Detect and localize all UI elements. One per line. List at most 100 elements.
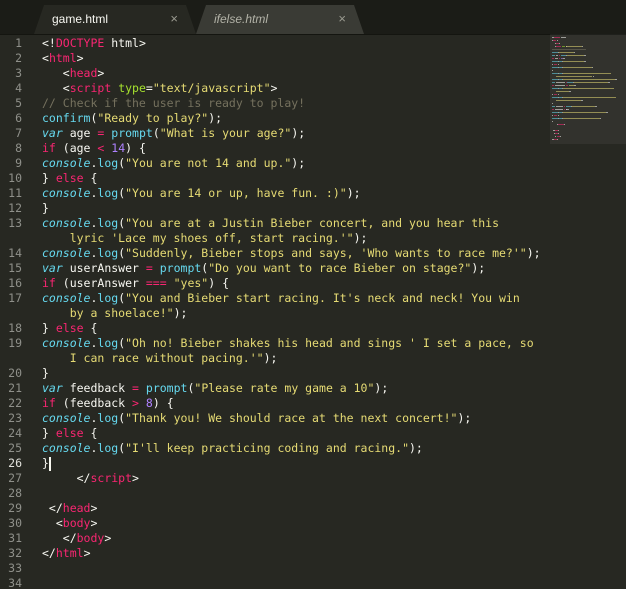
code-token: console [42,216,91,230]
line-number: 8 [15,141,22,155]
minimap-line [552,121,553,122]
code-token: > [76,51,84,65]
code-line[interactable]: console.log("You are 14 or up, have fun.… [42,186,361,201]
code-line[interactable]: var userAnswer = prompt("Do you want to … [42,261,485,276]
code-line[interactable]: } [42,366,49,381]
code-line[interactable]: if (feedback > 8) { [42,396,174,411]
line-number: 20 [8,366,22,380]
minimap-line [565,85,569,86]
code-line[interactable]: <script type="text/javascript"> [42,81,278,96]
code-line[interactable]: by a shoelace!"); [42,306,188,321]
minimap[interactable] [550,34,626,144]
code-token: console [42,336,91,350]
code-token: </ [42,471,91,485]
code-token: (age [55,141,98,155]
code-line[interactable]: // Check if the user is ready to play! [42,96,305,111]
code-area[interactable]: <!DOCTYPE html> <html> <head> <script typ… [42,34,547,589]
tab-game-html[interactable]: game.html × [34,5,196,34]
minimap-viewport[interactable] [550,34,626,144]
code-line[interactable]: confirm("Ready to play?"); [42,111,222,126]
close-icon[interactable]: × [170,11,178,26]
code-token: prompt [159,261,202,275]
close-icon[interactable]: × [338,11,346,26]
code-token: ); [346,186,361,200]
code-line[interactable]: </script> [42,471,139,486]
text-caret [48,457,51,471]
code-line[interactable]: I can race without pacing.'"); [42,351,278,366]
code-token: ); [208,111,223,125]
code-line[interactable]: } [42,201,49,216]
code-line[interactable]: <!DOCTYPE html> [42,36,146,51]
code-token: === [145,276,167,290]
minimap-line [573,52,576,53]
code-token: log [97,411,119,425]
code-token: if [42,396,56,410]
minimap-line [552,58,554,59]
line-number-gutter: 1 2 3 4 5 6 7 8 9 10 11 12 13 14 15 16 17 18 19 20 21 22 23 24 2… [0,34,36,589]
minimap-line [552,70,553,71]
code-line[interactable]: <head> [42,66,105,81]
code-token: by a shoelace!" [42,306,174,320]
line-number: 13 [8,216,22,230]
line-number: 15 [8,261,22,275]
tab-ifelse-html[interactable]: ifelse.html × [196,5,364,34]
code-token: } [42,366,49,380]
code-token: "yes" [173,276,209,290]
code-token: } [42,456,49,470]
line-number: 33 [8,561,22,575]
code-token: <! [42,36,56,50]
code-token: "text/javascript" [152,81,271,95]
line-number: 17 [8,291,22,305]
code-line[interactable]: } else { [42,171,97,186]
line-number: 29 [8,501,22,515]
code-token: "Do you want to race Bieber on stage?" [208,261,472,275]
code-token: log [97,441,119,455]
minimap-line [562,88,615,89]
code-line[interactable]: lyric 'Lace my shoes off, start racing.'… [42,231,368,246]
code-line[interactable]: console.log("You and Bieber start racing… [42,291,520,306]
code-token: { [83,321,98,335]
code-line[interactable]: if (userAnswer === "yes") { [42,276,229,291]
code-token: > [132,471,139,485]
minimap-line [606,112,608,113]
code-line[interactable]: console.log("Suddenly, Bieber stops and … [42,246,541,261]
code-line[interactable]: } else { [42,426,97,441]
code-token: < [42,81,70,95]
code-line[interactable]: console.log("Oh no! Bieber shakes his he… [42,336,534,351]
code-token: // Check if the user is ready to play! [42,96,306,110]
code-token: "I'll keep practicing coding and racing.… [125,441,409,455]
code-line[interactable]: <html> [42,51,84,66]
minimap-line [599,118,602,119]
code-line[interactable]: var feedback = prompt("Please rate my ga… [42,381,388,396]
code-line[interactable]: console.log("You are at a Justin Bieber … [42,216,499,231]
code-token: </ [42,531,77,545]
code-token: "Oh no! Bieber shakes his head and sings… [125,336,534,350]
code-line[interactable]: if (age < 14) { [42,141,146,156]
code-line[interactable]: console.log("Thank you! We should race a… [42,411,471,426]
code-token: if [42,276,56,290]
code-line[interactable]: <body> [42,516,98,531]
code-token: { [83,171,98,185]
minimap-line [562,67,592,68]
code-line[interactable]: console.log("You are not 14 and up."); [42,156,305,171]
code-line[interactable]: </body> [42,531,112,546]
code-line[interactable]: console.log("I'll keep practicing coding… [42,441,423,456]
code-token: (feedback [55,396,133,410]
code-token: ) { [208,276,229,290]
code-token: lyric 'Lace my shoes off, start racing.'… [42,231,354,245]
code-line[interactable]: } [42,456,49,471]
code-token: else [55,321,84,335]
minimap-line [573,82,608,83]
code-line[interactable]: </head> [42,501,98,516]
code-line[interactable]: </html> [42,546,91,561]
code-editor[interactable]: 1 2 3 4 5 6 7 8 9 10 11 12 13 14 15 16 17 18 19 20 21 22 23 24 2… [0,34,626,589]
code-line[interactable]: } else { [42,321,97,336]
line-number: 16 [8,276,22,290]
line-number: 19 [8,336,22,350]
minimap-line [555,55,559,56]
code-token: userAnswer [62,261,146,275]
code-token: } [42,426,56,440]
code-line[interactable]: var age = prompt("What is your age?"); [42,126,305,141]
minimap-line [558,94,560,95]
